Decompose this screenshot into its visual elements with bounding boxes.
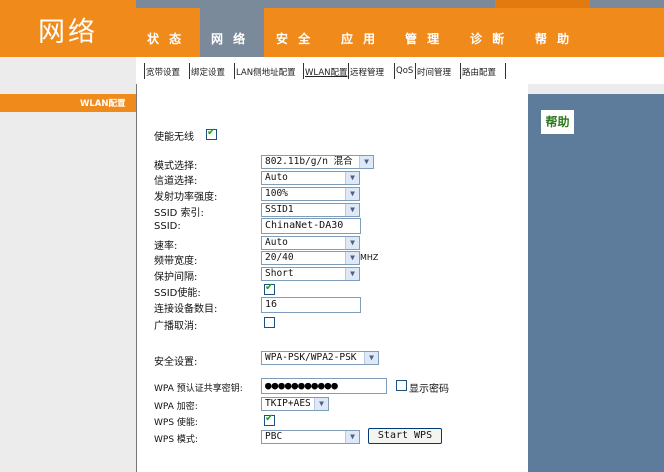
guard-label: 保护间隔: xyxy=(154,272,198,283)
wps-enable-label: WPS 使能: xyxy=(154,418,198,428)
wpa-encrypt-label: WPA 加密: xyxy=(154,402,198,412)
subnav-separator xyxy=(234,63,235,79)
wps-mode-value: PBC xyxy=(265,431,283,442)
rate-label: 速率: xyxy=(154,241,178,252)
chevron-down-icon: ▼ xyxy=(345,237,359,249)
nav-management[interactable]: 管 理 xyxy=(405,30,442,46)
show-password-label: 显示密码 xyxy=(409,384,449,395)
chevron-down-icon: ▼ xyxy=(345,431,359,443)
show-password-checkbox[interactable] xyxy=(396,380,407,391)
chevron-down-icon: ▼ xyxy=(345,204,359,216)
chevron-down-icon: ▼ xyxy=(314,398,328,410)
subnav-lan[interactable]: LAN侧地址配置 xyxy=(236,66,296,78)
enable-wireless-checkbox[interactable] xyxy=(206,127,217,140)
subnav-wlan[interactable]: WLAN配置 xyxy=(305,66,348,78)
ssid-index-label: SSID 索引: xyxy=(154,208,204,219)
help-title: 帮助 xyxy=(541,110,574,134)
wpa-key-input[interactable]: ●●●●●●●●●●● xyxy=(261,378,387,394)
help-panel-top xyxy=(528,84,664,94)
rate-value: Auto xyxy=(265,237,288,248)
tx-power-label: 发射功率强度: xyxy=(154,192,218,203)
nav-security[interactable]: 安 全 xyxy=(276,30,313,46)
sidebar-top xyxy=(0,57,136,94)
bandwidth-unit: MHZ xyxy=(360,253,379,262)
nav-status[interactable]: 状 态 xyxy=(147,30,184,46)
subnav-broadband[interactable]: 宽带设置 xyxy=(146,66,180,78)
enable-wireless-label: 使能无线 xyxy=(154,132,194,143)
mode-select[interactable]: 802.11b/g/n 混合 ▼ xyxy=(261,155,374,169)
bandwidth-value: 20/40 xyxy=(265,252,294,263)
broadcast-cancel-label: 广播取消: xyxy=(154,321,198,332)
subnav-separator xyxy=(189,63,190,79)
subnav-routing[interactable]: 路由配置 xyxy=(462,66,496,78)
ssid-input[interactable]: ChinaNet-DA30 xyxy=(261,218,361,234)
ssid-index-select[interactable]: SSID1 ▼ xyxy=(261,203,360,217)
sidebar-body xyxy=(0,112,136,472)
ssid-enable-label: SSID使能: xyxy=(154,288,201,299)
bandwidth-label: 频带宽度: xyxy=(154,256,198,267)
subnav-binding[interactable]: 绑定设置 xyxy=(191,66,225,78)
header-top-strip-accent xyxy=(495,0,590,8)
subnav-separator xyxy=(144,63,145,79)
nav-diagnostics[interactable]: 诊 断 xyxy=(470,30,507,46)
security-value: WPA-PSK/WPA2-PSK xyxy=(265,352,357,363)
chevron-down-icon: ▼ xyxy=(345,188,359,200)
guard-value: Short xyxy=(265,268,294,279)
start-wps-button[interactable]: Start WPS xyxy=(368,428,442,444)
wpa-encrypt-select[interactable]: TKIP+AES ▼ xyxy=(261,397,329,411)
mode-label: 模式选择: xyxy=(154,161,198,172)
channel-select[interactable]: Auto ▼ xyxy=(261,171,360,185)
subnav-qos[interactable]: QoS xyxy=(396,66,413,76)
wpa-key-label: WPA 预认证共享密钥: xyxy=(154,384,243,394)
tx-power-value: 100% xyxy=(265,188,288,199)
wpa-encrypt-value: TKIP+AES xyxy=(265,398,311,409)
guard-select[interactable]: Short ▼ xyxy=(261,267,360,281)
subnav-separator xyxy=(460,63,461,79)
max-devices-input[interactable]: 16 xyxy=(261,297,361,313)
max-devices-label: 连接设备数目: xyxy=(154,304,218,315)
channel-label: 信道选择: xyxy=(154,176,198,187)
help-panel xyxy=(528,84,664,472)
rate-select[interactable]: Auto ▼ xyxy=(261,236,360,250)
broadcast-cancel-checkbox[interactable] xyxy=(264,317,275,328)
chevron-down-icon: ▼ xyxy=(359,156,373,168)
nav-application[interactable]: 应 用 xyxy=(341,30,378,46)
channel-value: Auto xyxy=(265,172,288,183)
wps-mode-select[interactable]: PBC ▼ xyxy=(261,430,360,444)
subnav-time[interactable]: 时间管理 xyxy=(417,66,451,78)
bandwidth-select[interactable]: 20/40 ▼ xyxy=(261,251,360,265)
ssid-index-value: SSID1 xyxy=(265,204,294,215)
nav-network[interactable]: 网 络 xyxy=(211,30,248,46)
page-title: 网络 xyxy=(38,17,98,48)
subnav-remote[interactable]: 远程管理 xyxy=(350,66,384,78)
mode-value: 802.11b/g/n 混合 xyxy=(265,156,353,167)
chevron-down-icon: ▼ xyxy=(345,252,359,264)
chevron-down-icon: ▼ xyxy=(364,352,378,364)
ssid-label: SSID: xyxy=(154,221,181,232)
subnav-separator xyxy=(505,63,506,79)
header-bar xyxy=(0,0,664,57)
ssid-enable-checkbox[interactable] xyxy=(264,282,275,295)
wps-mode-label: WPS 模式: xyxy=(154,435,198,445)
security-select[interactable]: WPA-PSK/WPA2-PSK ▼ xyxy=(261,351,379,365)
security-label: 安全设置: xyxy=(154,357,198,368)
tx-power-select[interactable]: 100% ▼ xyxy=(261,187,360,201)
chevron-down-icon: ▼ xyxy=(345,268,359,280)
chevron-down-icon: ▼ xyxy=(345,172,359,184)
subnav-separator xyxy=(348,63,349,79)
nav-help[interactable]: 帮 助 xyxy=(535,30,572,46)
subnav-separator xyxy=(303,63,304,79)
subnav-separator xyxy=(394,63,395,79)
wps-enable-checkbox[interactable] xyxy=(264,413,275,426)
sidebar-item-label: WLAN配置 xyxy=(80,99,126,109)
subnav-separator xyxy=(415,63,416,79)
